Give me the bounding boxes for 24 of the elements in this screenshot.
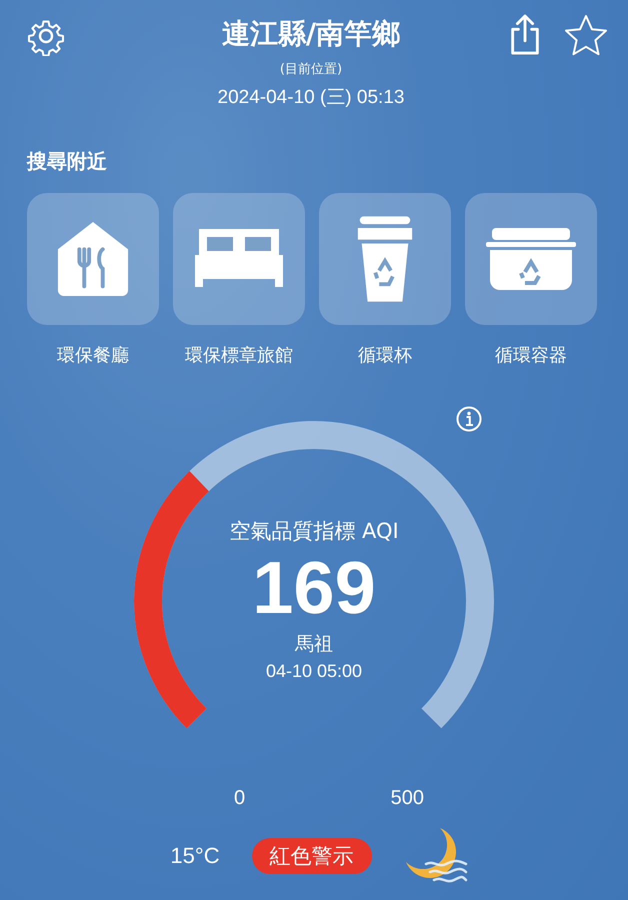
aqi-value: 169: [252, 545, 376, 631]
nearby-tile[interactable]: [173, 193, 305, 325]
aqi-title: 空氣品質指標 AQI: [229, 518, 399, 545]
star-icon[interactable]: [564, 14, 608, 56]
recycle-container-icon: [486, 226, 576, 292]
nearby-tile[interactable]: [27, 193, 159, 325]
tile-label: 循環杯: [358, 344, 412, 367]
info-icon[interactable]: [456, 406, 482, 432]
date-time: 2024-04-10 (三) 05:13: [218, 86, 404, 110]
tile-label: 環保餐廳: [57, 344, 129, 367]
reading-time: 04-10 05:00: [266, 661, 362, 682]
tile-label: 環保標章旅館: [185, 344, 293, 367]
temperature: 15°C: [170, 843, 220, 869]
nearby-tile[interactable]: [465, 193, 597, 325]
nearby-tile[interactable]: [319, 193, 451, 325]
tile-label: 循環容器: [495, 344, 567, 367]
section-heading: 搜尋附近: [27, 148, 108, 175]
location-title: 連江縣/南竿鄉: [222, 16, 400, 52]
scale-max: 500: [390, 787, 424, 810]
station-name: 馬祖: [295, 632, 333, 657]
scale-min: 0: [234, 787, 246, 810]
alert-badge: 紅色警示: [252, 838, 372, 874]
restaurant-icon: [56, 220, 130, 298]
location-subtitle: (目前位置): [280, 61, 342, 78]
